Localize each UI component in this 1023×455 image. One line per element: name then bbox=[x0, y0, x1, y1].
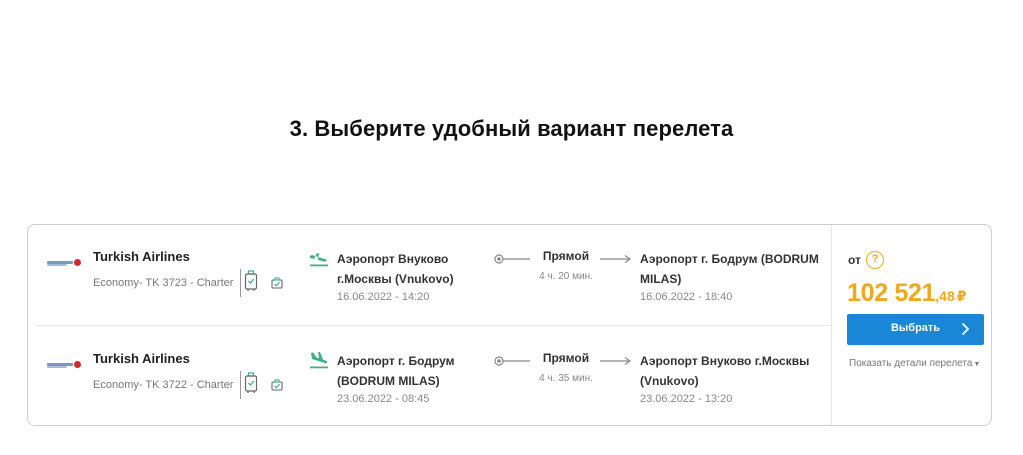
flight-duration: 4 ч. 20 мин. bbox=[539, 271, 593, 282]
departure-airport: Аэропорт г. Бодрум (BODRUM MILAS) bbox=[337, 354, 455, 388]
flight-details-link[interactable]: Показать детали перелета▼ bbox=[849, 358, 980, 369]
flight-leg-outbound: Turkish Airlines Economy- TK 3723 - Char… bbox=[28, 225, 832, 325]
baggage-divider bbox=[240, 371, 241, 399]
price-panel: от ? 102 521,48 ₽ Выбрать Показать детали… bbox=[831, 225, 992, 425]
route-type: Прямой bbox=[542, 249, 590, 263]
chevron-right-icon bbox=[961, 322, 970, 336]
route-origin-icon bbox=[494, 254, 530, 264]
help-icon[interactable]: ? bbox=[866, 251, 884, 269]
price-value: 102 521,48 ₽ bbox=[847, 279, 967, 308]
page-heading: 3. Выберите удобный вариант перелета bbox=[289, 116, 734, 141]
arrival-airport: Аэропорт г. Бодрум (BODRUM MILAS) bbox=[640, 252, 819, 286]
airline-logo bbox=[47, 258, 81, 268]
plane-landing-icon bbox=[310, 352, 328, 369]
route-origin-icon bbox=[494, 356, 530, 366]
price-from-label: от bbox=[848, 253, 861, 267]
departure-time: 16.06.2022 - 14:20 bbox=[337, 291, 430, 303]
currency-symbol: ₽ bbox=[956, 288, 967, 304]
chevron-down-icon: ▼ bbox=[973, 361, 981, 368]
price-cents: ,48 bbox=[935, 288, 955, 304]
arrival-time: 23.06.2022 - 13:20 bbox=[640, 393, 733, 405]
baggage-divider bbox=[240, 269, 241, 297]
flight-leg-return: Turkish Airlines Economy- TK 3722 - Char… bbox=[28, 327, 832, 427]
departure-time: 23.06.2022 - 08:45 bbox=[337, 393, 430, 405]
arrival-airport: Аэропорт Внуково г.Москвы (Vnukovo) bbox=[640, 354, 810, 388]
route-type: Прямой bbox=[542, 351, 590, 365]
suitcase-icon[interactable] bbox=[244, 372, 258, 394]
airline-logo bbox=[47, 360, 81, 370]
airline-name: Turkish Airlines bbox=[93, 351, 190, 366]
price-amount: 102 521 bbox=[847, 279, 936, 307]
fare-class-info: Economy- TK 3722 - Charter bbox=[93, 379, 234, 391]
leg-divider bbox=[36, 325, 832, 326]
airline-name: Turkish Airlines bbox=[93, 249, 190, 264]
suitcase-icon[interactable] bbox=[244, 270, 258, 292]
route-arrow-icon bbox=[600, 255, 632, 263]
hand-luggage-icon[interactable] bbox=[271, 277, 283, 289]
departure-airport: Аэропорт Внуково г.Москвы (Vnukovo) bbox=[337, 252, 454, 286]
arrival-time: 16.06.2022 - 18:40 bbox=[640, 291, 733, 303]
fare-class-info: Economy- TK 3723 - Charter bbox=[93, 277, 234, 289]
flight-legs: Turkish Airlines Economy- TK 3723 - Char… bbox=[28, 225, 832, 425]
flight-details-label: Показать детали перелета bbox=[849, 358, 973, 369]
flight-option-card: Turkish Airlines Economy- TK 3723 - Char… bbox=[27, 224, 992, 426]
route-arrow-icon bbox=[600, 357, 632, 365]
flight-duration: 4 ч. 35 мин. bbox=[539, 373, 593, 384]
plane-takeoff-icon bbox=[310, 253, 328, 267]
select-button[interactable]: Выбрать bbox=[847, 314, 984, 345]
hand-luggage-icon[interactable] bbox=[271, 379, 283, 391]
